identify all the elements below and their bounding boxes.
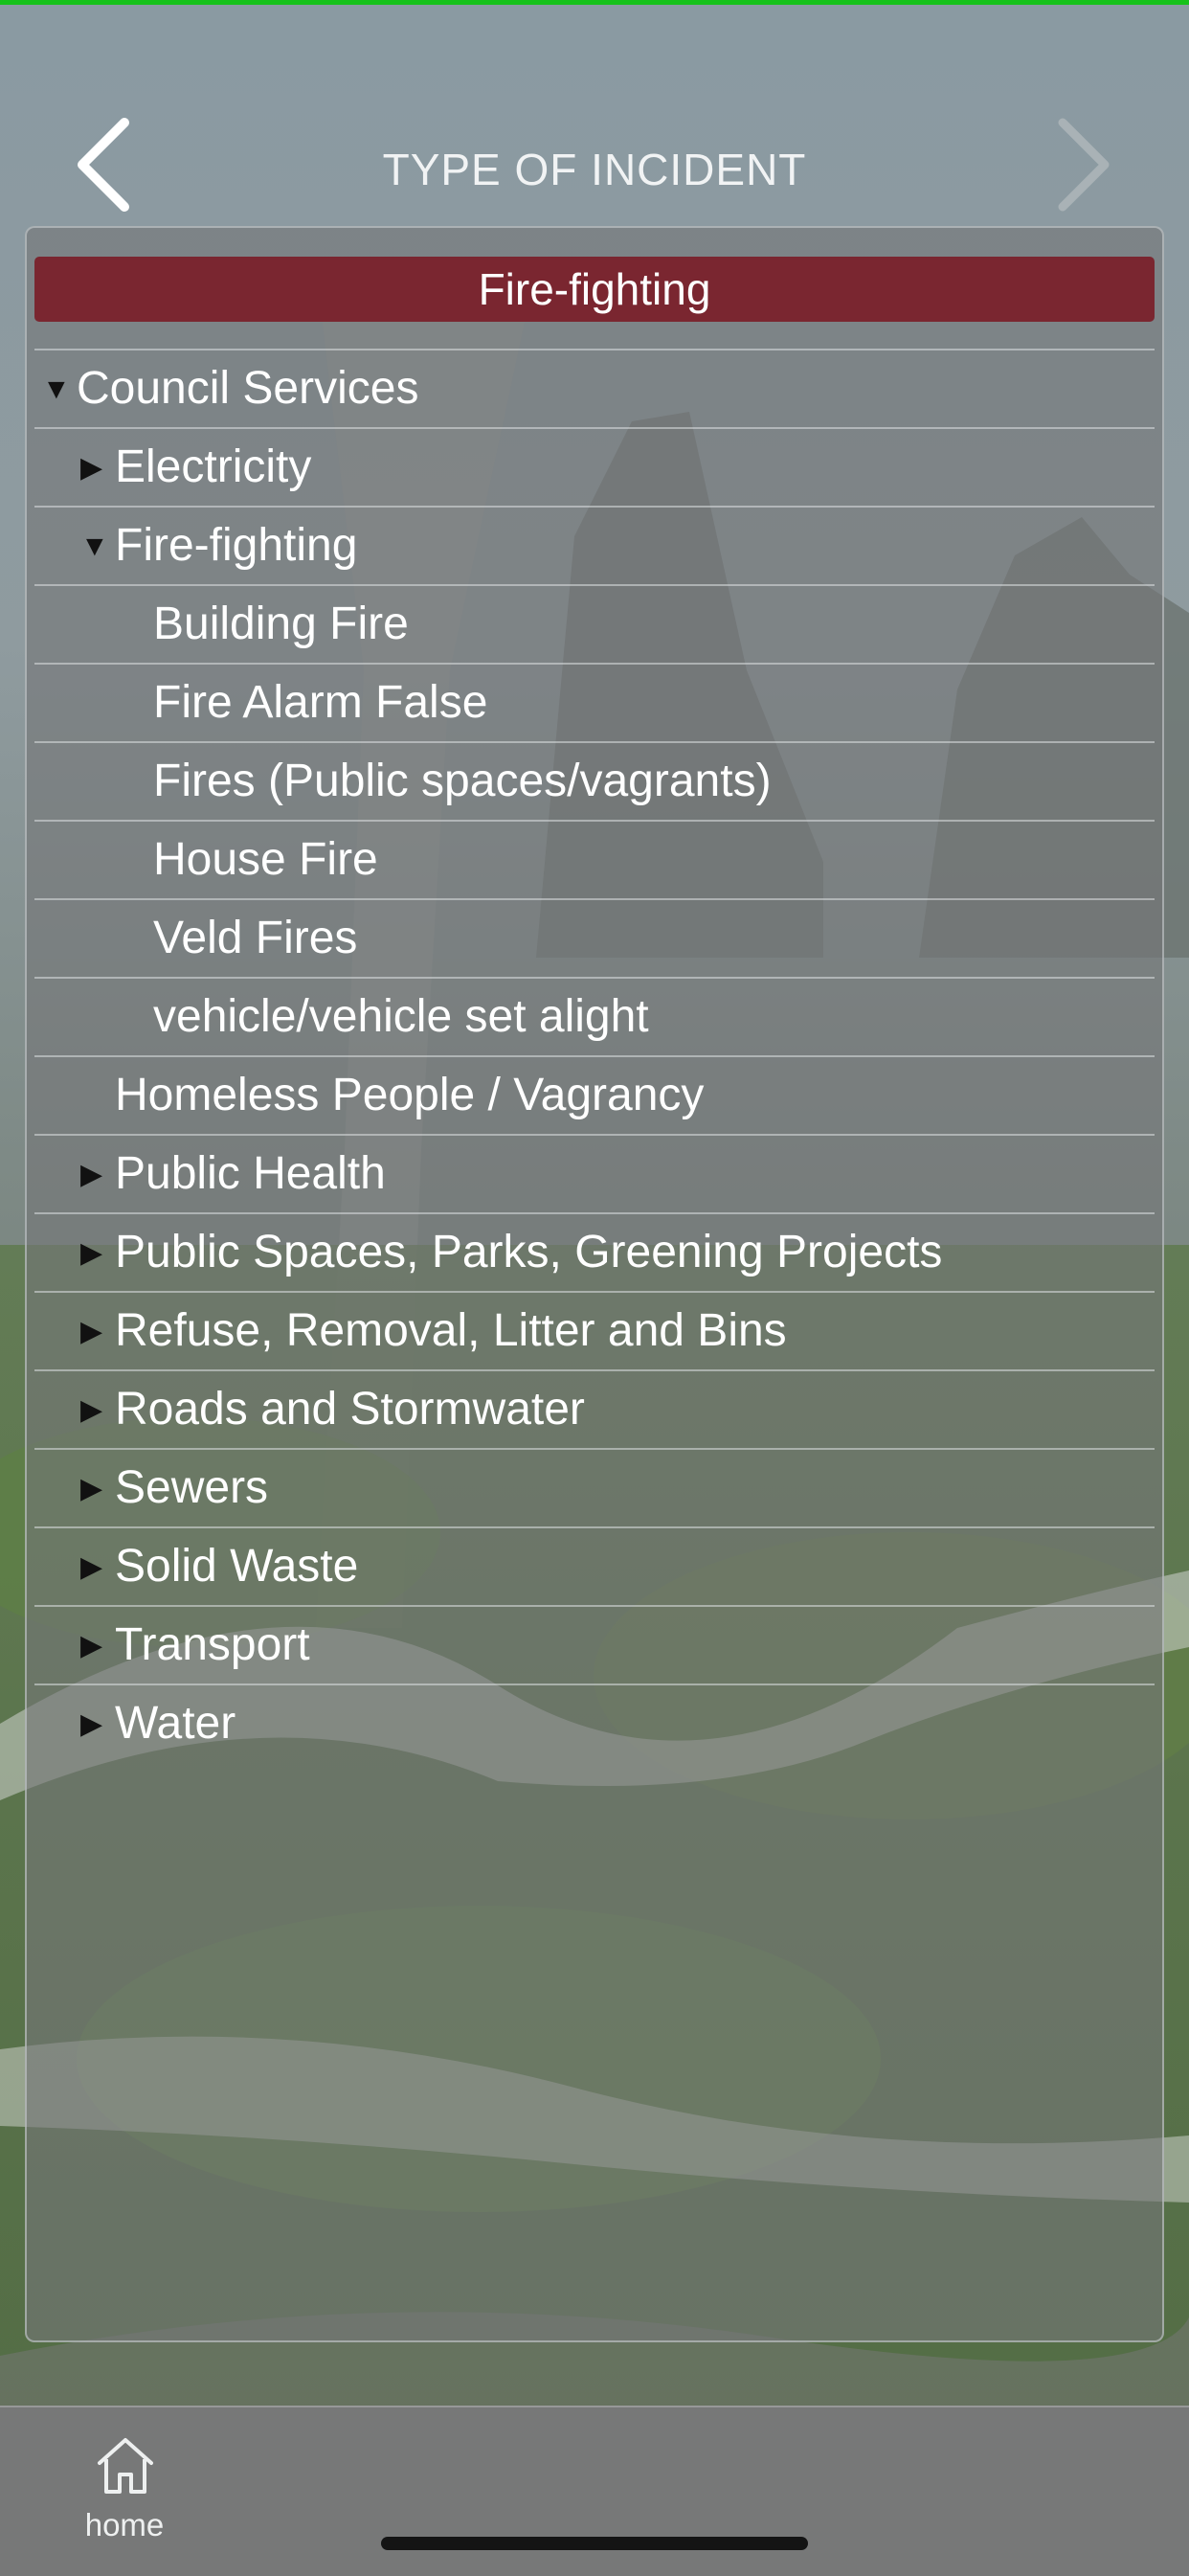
tree-item-refuse-removal[interactable]: ▶ Refuse, Removal, Litter and Bins [34, 1291, 1155, 1369]
collapsed-arrow-icon[interactable]: ▶ [80, 1371, 102, 1448]
tree-item-public-spaces-parks[interactable]: ▶ Public Spaces, Parks, Greening Projects [34, 1212, 1155, 1291]
tree-item-label: Solid Waste [115, 1541, 359, 1592]
collapsed-arrow-icon[interactable]: ▶ [80, 1685, 102, 1762]
tree-item-solid-waste[interactable]: ▶ Solid Waste [34, 1526, 1155, 1605]
tree-item-label: Transport [115, 1619, 310, 1670]
expanded-arrow-icon[interactable]: ▼ [80, 508, 109, 584]
tree-item-house-fire[interactable]: House Fire [34, 820, 1155, 898]
tree-item-label: vehicle/vehicle set alight [153, 991, 649, 1042]
page-title: TYPE OF INCIDENT [382, 145, 807, 194]
tree-item-label: Sewers [115, 1462, 269, 1513]
tree-item-label: Building Fire [153, 599, 409, 649]
expanded-arrow-icon[interactable]: ▼ [42, 350, 71, 427]
tree-item-label: Public Health [115, 1148, 386, 1199]
tree-item-building-fire[interactable]: Building Fire [34, 584, 1155, 663]
tree-item-council-services[interactable]: ▼ Council Services [34, 349, 1155, 427]
home-indicator[interactable] [381, 2537, 808, 2550]
tree-item-transport[interactable]: ▶ Transport [34, 1605, 1155, 1683]
tree-item-label: Water [115, 1698, 236, 1749]
collapsed-arrow-icon[interactable]: ▶ [80, 1607, 102, 1683]
tree-item-fire-alarm-false[interactable]: Fire Alarm False [34, 663, 1155, 741]
incident-type-tree: ▼ Council Services ▶ Electricity ▼ Fire-fight… [34, 349, 1155, 1762]
collapsed-arrow-icon[interactable]: ▶ [80, 1214, 102, 1291]
header: TYPE OF INCIDENT [0, 96, 1189, 239]
chevron-right-icon [1058, 118, 1110, 212]
tree-item-label: Fire-fighting [115, 520, 358, 571]
tree-item-label: Council Services [77, 363, 419, 414]
tree-item-homeless-people[interactable]: Homeless People / Vagrancy [34, 1055, 1155, 1134]
tree-item-label: Public Spaces, Parks, Greening Projects [115, 1227, 943, 1277]
collapsed-arrow-icon[interactable]: ▶ [80, 1528, 102, 1605]
tree-item-label: Fires (Public spaces/vagrants) [153, 756, 772, 806]
tree-item-fires-public-spaces[interactable]: Fires (Public spaces/vagrants) [34, 741, 1155, 820]
incident-type-panel: Fire-fighting ▼ Council Services ▶ Electric… [25, 226, 1164, 2342]
collapsed-arrow-icon[interactable]: ▶ [80, 1450, 102, 1526]
tree-item-electricity[interactable]: ▶ Electricity [34, 427, 1155, 506]
tree-item-sewers[interactable]: ▶ Sewers [34, 1448, 1155, 1526]
tree-item-label: Electricity [115, 441, 312, 492]
home-label: home [84, 2507, 165, 2542]
tree-item-label: Homeless People / Vagrancy [115, 1070, 705, 1120]
selected-incident-type[interactable]: Fire-fighting [34, 257, 1155, 322]
tree-item-roads-stormwater[interactable]: ▶ Roads and Stormwater [34, 1369, 1155, 1448]
tree-item-water[interactable]: ▶ Water [34, 1683, 1155, 1762]
collapsed-arrow-icon[interactable]: ▶ [80, 429, 102, 506]
tree-item-label: Fire Alarm False [153, 677, 488, 728]
tree-item-fire-fighting[interactable]: ▼ Fire-fighting [34, 506, 1155, 584]
tree-item-label: House Fire [153, 834, 378, 885]
forward-button[interactable] [1043, 113, 1149, 218]
home-tab[interactable]: home [67, 2434, 182, 2542]
tree-item-label: Refuse, Removal, Litter and Bins [115, 1305, 787, 1356]
home-icon [98, 2438, 153, 2494]
tree-item-public-health[interactable]: ▶ Public Health [34, 1134, 1155, 1212]
collapsed-arrow-icon[interactable]: ▶ [80, 1136, 102, 1212]
tree-item-vehicle-set-alight[interactable]: vehicle/vehicle set alight [34, 977, 1155, 1055]
collapsed-arrow-icon[interactable]: ▶ [80, 1293, 102, 1369]
tree-item-label: Veld Fires [153, 913, 358, 963]
tree-item-veld-fires[interactable]: Veld Fires [34, 898, 1155, 977]
bottom-nav-bar: home [0, 2406, 1189, 2576]
tree-item-label: Roads and Stormwater [115, 1384, 585, 1435]
status-indicator-line [0, 0, 1189, 5]
